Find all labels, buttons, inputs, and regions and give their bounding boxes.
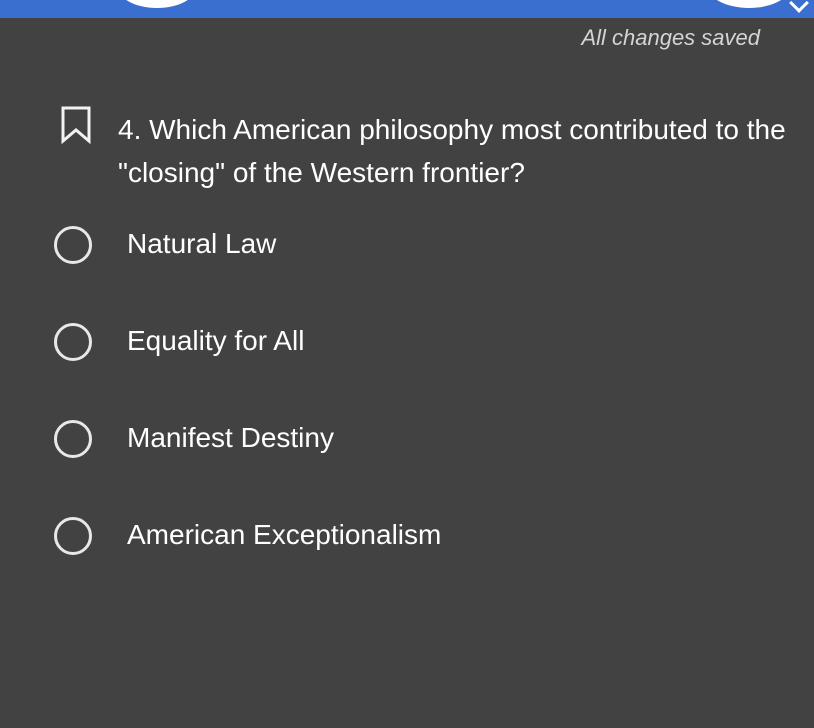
answer-option[interactable]: Equality for All — [54, 319, 774, 416]
option-label: American Exceptionalism — [127, 519, 442, 550]
radio-button[interactable] — [54, 420, 92, 458]
toolbar-button-left[interactable] — [118, 0, 196, 8]
chevron-down-icon[interactable] — [789, 0, 809, 13]
top-app-bar — [0, 0, 814, 18]
question-text: 4. Which American philosophy most contri… — [118, 114, 786, 188]
bookmark-icon[interactable] — [60, 106, 92, 144]
radio-button[interactable] — [54, 226, 92, 264]
option-label: Natural Law — [127, 228, 277, 259]
answer-option[interactable]: American Exceptionalism — [54, 513, 774, 610]
answer-option[interactable]: Natural Law — [54, 222, 774, 319]
option-label: Equality for All — [127, 325, 305, 356]
answer-options: Natural Law Equality for All Manifest De… — [54, 222, 774, 610]
answer-option[interactable]: Manifest Destiny — [54, 416, 774, 513]
option-label: Manifest Destiny — [127, 422, 334, 453]
radio-button[interactable] — [54, 517, 92, 555]
toolbar-button-right[interactable] — [706, 0, 792, 8]
radio-button[interactable] — [54, 323, 92, 361]
save-status-text: All changes saved — [581, 25, 760, 50]
